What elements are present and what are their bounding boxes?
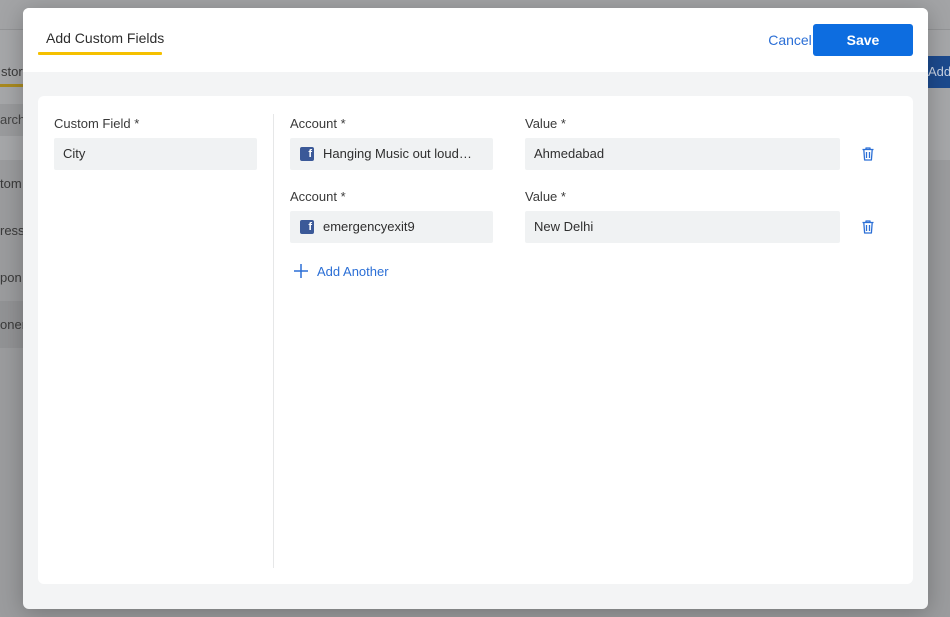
account-label: Account * <box>290 116 346 131</box>
custom-field-input[interactable]: City <box>54 138 257 170</box>
modal-title: Add Custom Fields <box>46 30 165 46</box>
value-input[interactable]: New Delhi <box>525 211 840 243</box>
custom-fields-card: Custom Field * City Account * f Hanging … <box>38 96 913 584</box>
account-label: Account * <box>290 189 346 204</box>
account-select[interactable]: f emergencyexit9 <box>290 211 493 243</box>
facebook-icon: f <box>300 147 314 161</box>
account-select[interactable]: f Hanging Music out loud… <box>290 138 493 170</box>
add-another-button[interactable]: Add Another <box>293 262 389 280</box>
facebook-icon: f <box>300 220 314 234</box>
trash-icon[interactable] <box>860 146 876 162</box>
save-button[interactable]: Save <box>813 24 913 56</box>
background-add-button: Add <box>926 56 950 88</box>
account-select-value: emergencyexit9 <box>323 219 415 234</box>
column-divider <box>273 114 274 568</box>
value-input[interactable]: Ahmedabad <box>525 138 840 170</box>
modal-title-underline <box>38 52 162 55</box>
value-label: Value * <box>525 189 566 204</box>
custom-field-label: Custom Field * <box>54 116 140 131</box>
account-select-value: Hanging Music out loud… <box>323 146 472 161</box>
modal-header: Add Custom Fields Cancel Save <box>23 8 928 72</box>
value-label: Value * <box>525 116 566 131</box>
add-custom-fields-modal: Add Custom Fields Cancel Save Custom Fie… <box>23 8 928 609</box>
plus-icon <box>294 264 308 278</box>
trash-icon[interactable] <box>860 219 876 235</box>
add-another-label: Add Another <box>317 263 389 279</box>
